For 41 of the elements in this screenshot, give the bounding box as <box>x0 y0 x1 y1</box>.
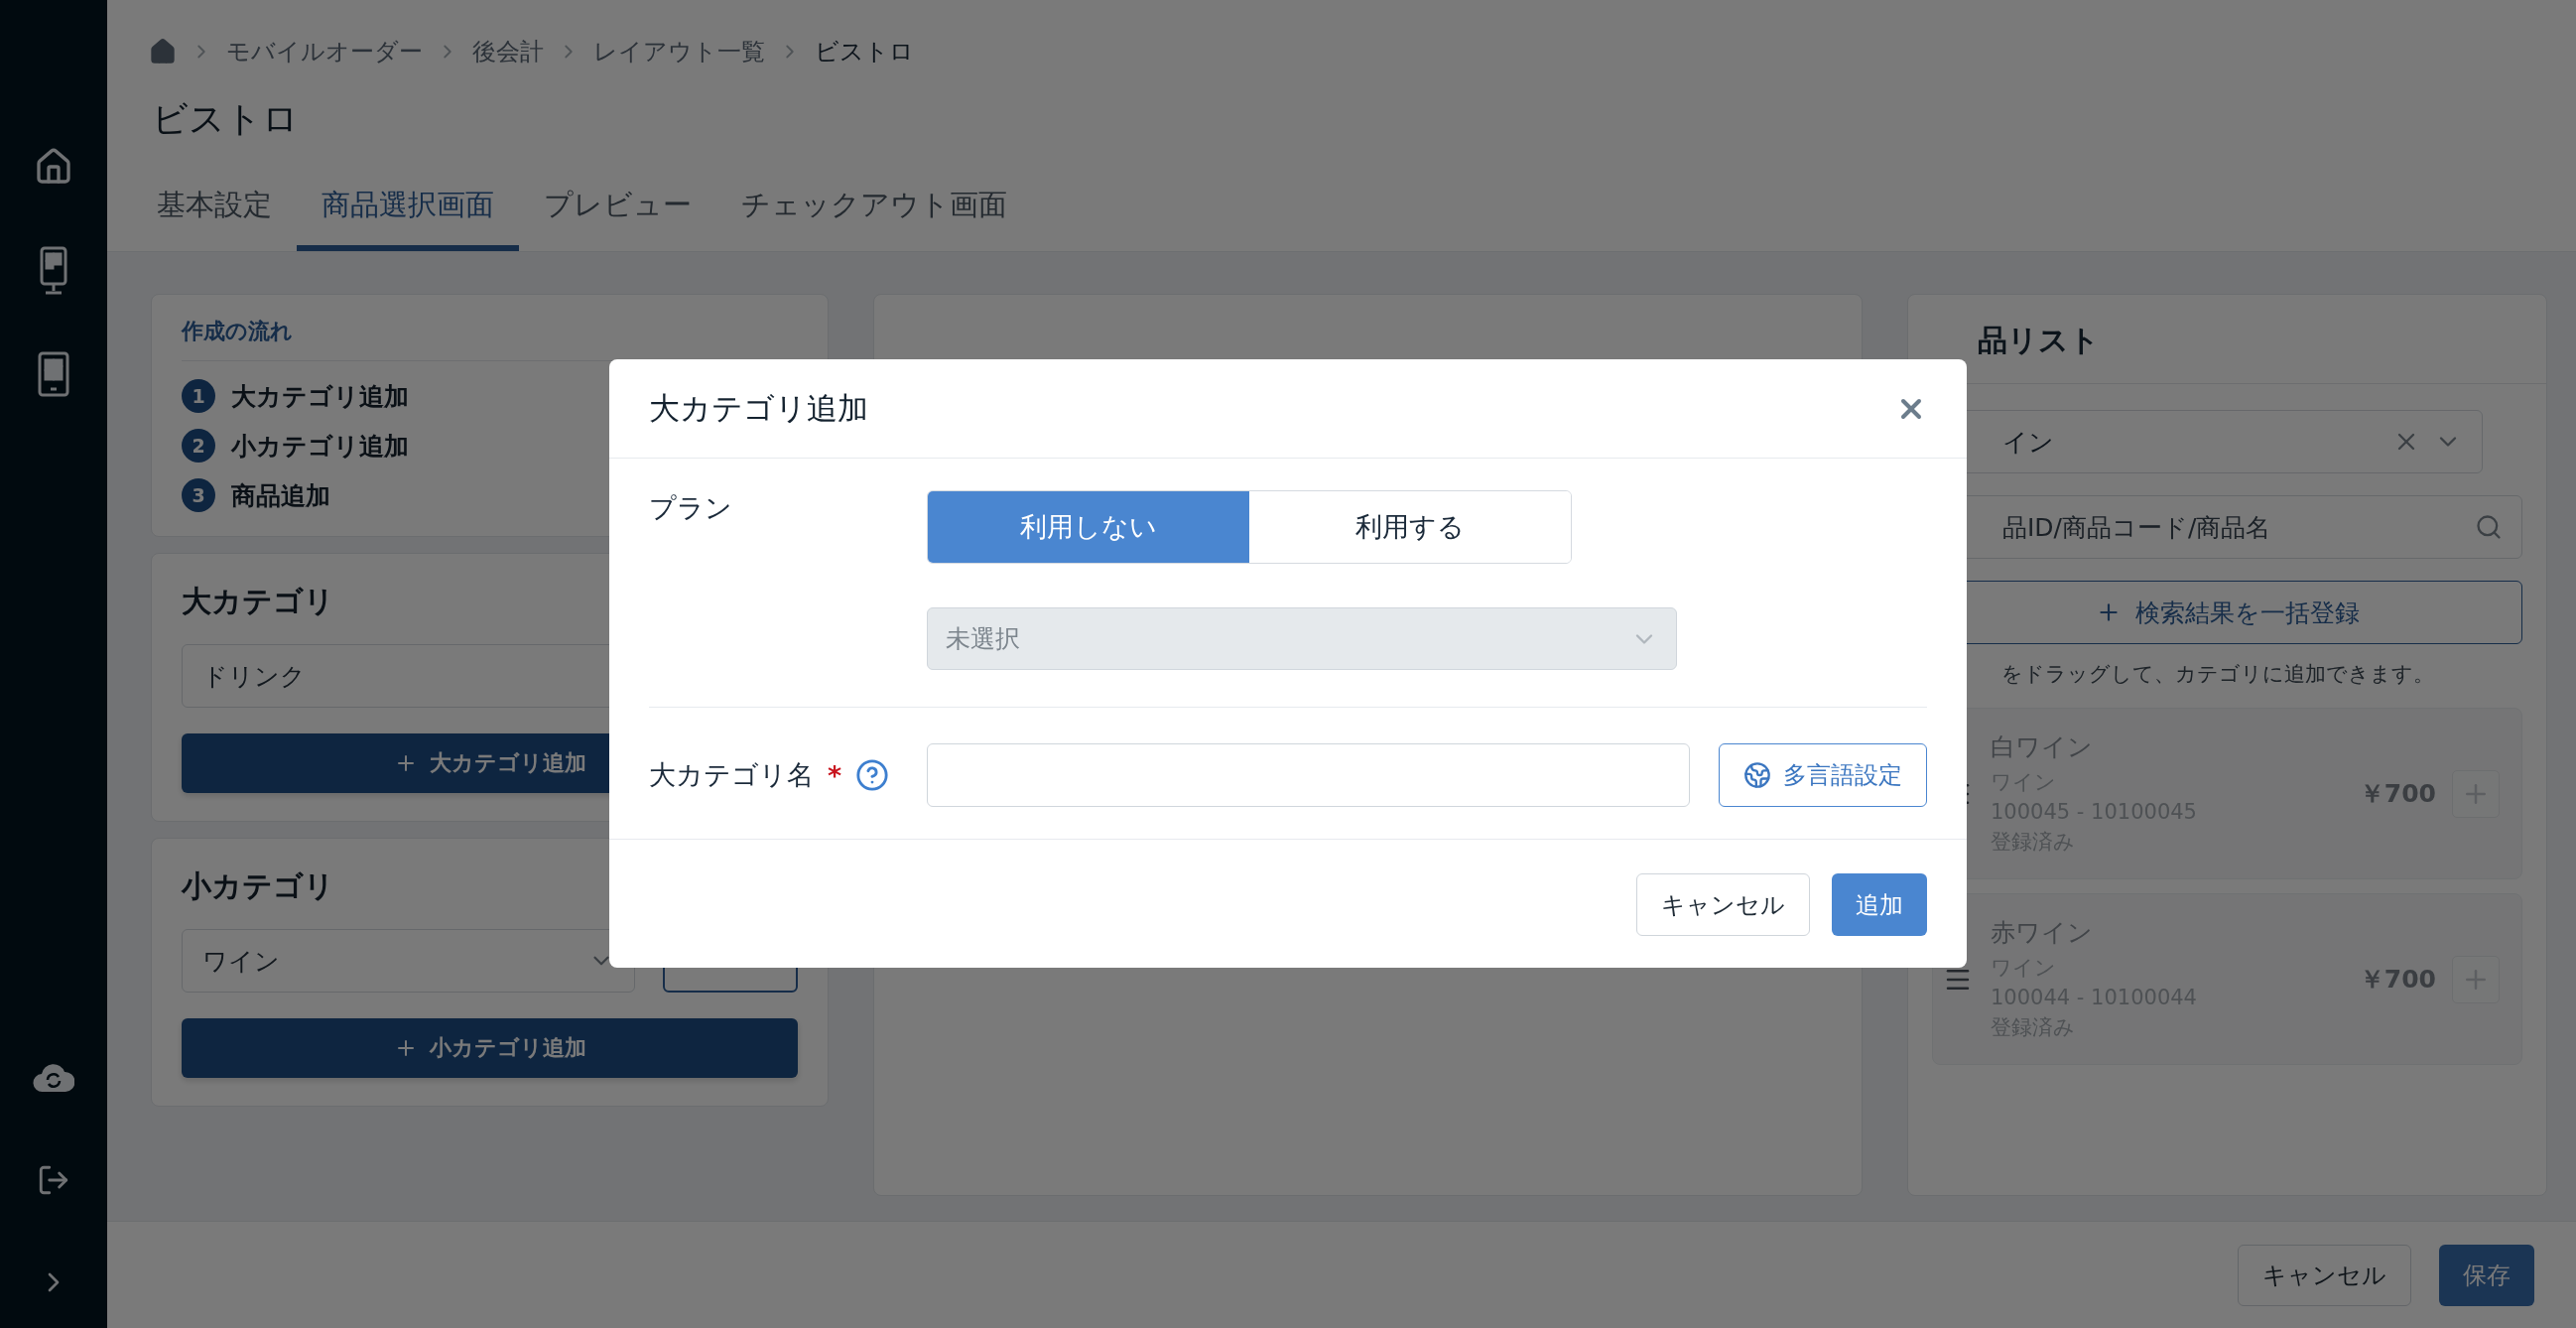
card-title: 小カテゴリ <box>182 867 335 905</box>
breadcrumb-link[interactable]: レイアウト一覧 <box>593 36 765 67</box>
dialog-title: 大カテゴリ追加 <box>649 388 868 428</box>
step-number: 2 <box>182 429 215 463</box>
page-title: ビストロ <box>152 97 300 141</box>
breadcrumb-link[interactable]: モバイルオーダー <box>226 36 423 67</box>
help-icon[interactable] <box>855 758 890 792</box>
home-icon[interactable] <box>149 38 177 66</box>
save-button[interactable]: 保存 <box>2439 1244 2534 1306</box>
breadcrumb-current: ビストロ <box>815 37 914 67</box>
globe-icon <box>1743 761 1771 789</box>
search-icon[interactable] <box>2475 513 2503 541</box>
step-label: 小カテゴリ追加 <box>231 430 409 463</box>
add-button[interactable]: 追加 <box>1832 873 1927 936</box>
cancel-button[interactable]: キャンセル <box>1636 873 1810 936</box>
step-label: 商品追加 <box>231 479 330 512</box>
field-label: プラン <box>649 491 733 525</box>
step-number: 3 <box>182 478 215 512</box>
breadcrumb-link[interactable]: 後会計 <box>472 36 544 67</box>
plan-option[interactable]: 利用しない <box>928 491 1249 563</box>
cancel-button[interactable]: キャンセル <box>2238 1244 2411 1306</box>
required-mark: * <box>828 759 842 791</box>
kiosk-icon <box>38 246 69 296</box>
card-title: 大カテゴリ <box>182 583 335 620</box>
tab[interactable]: プレビュー <box>519 186 716 251</box>
step-label: 大カテゴリ追加 <box>231 380 409 413</box>
logout-icon[interactable] <box>37 1163 70 1197</box>
product-price: ￥700 <box>2359 964 2436 996</box>
add-minor-category-button[interactable]: 小カテゴリ追加 <box>182 1018 798 1078</box>
tab[interactable]: チェックアウト画面 <box>716 186 1032 251</box>
cloud-sync-icon <box>33 1062 74 1094</box>
tablet-icon <box>37 351 70 397</box>
drag-hint: をドラッグして、カテゴリに追加できます。 <box>2001 661 2435 688</box>
category-select[interactable]: ワイン <box>182 929 635 993</box>
tab[interactable]: 商品選択画面 <box>297 186 519 251</box>
category-name-input[interactable] <box>927 743 1690 807</box>
multilanguage-button[interactable]: 多言語設定 <box>1719 743 1927 807</box>
tab[interactable]: 基本設定 <box>132 186 297 251</box>
product-price: ￥700 <box>2359 778 2436 810</box>
step-number: 1 <box>182 379 215 413</box>
home-icon[interactable] <box>34 147 73 187</box>
